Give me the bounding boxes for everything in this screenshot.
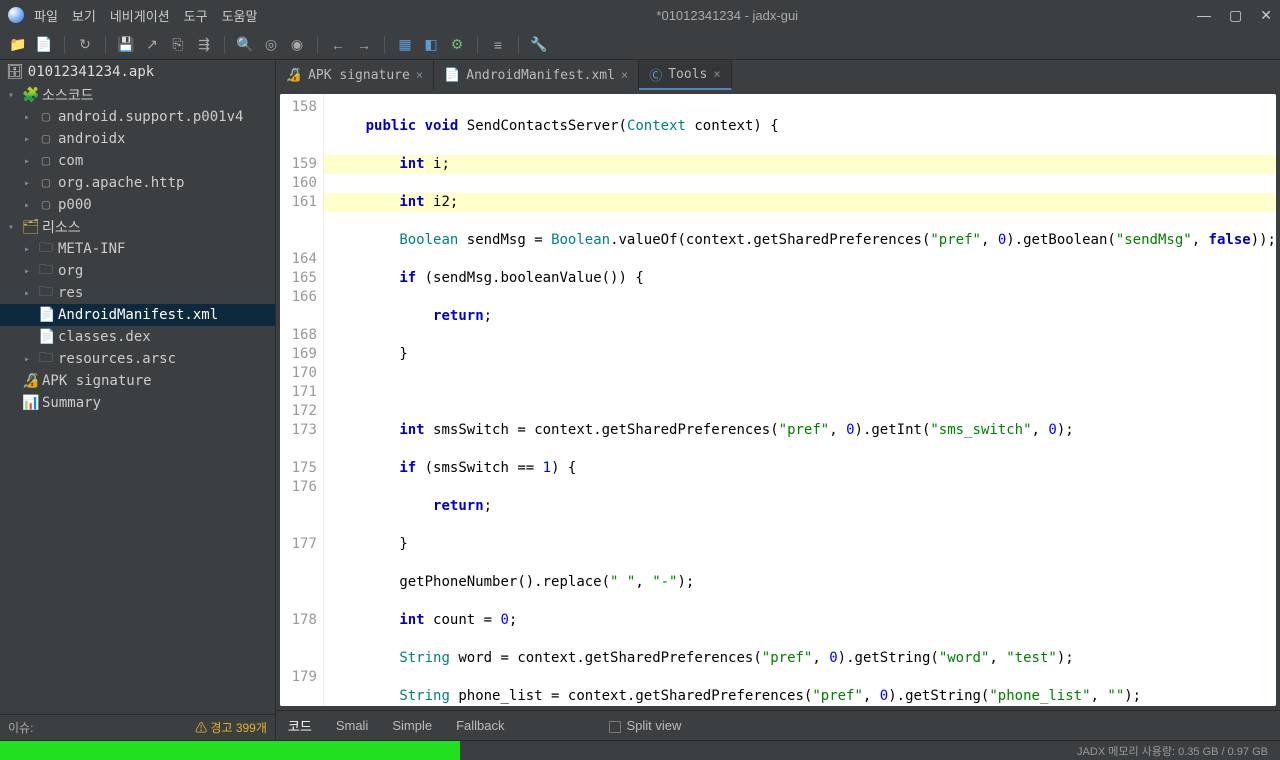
root-file[interactable]: 🗄 01012341234.apk [0, 60, 275, 84]
archive-icon: 🗄 [6, 64, 24, 80]
package-icon: ▢ [38, 131, 54, 147]
bottom-bar: 코드 Smali Simple Fallback Split view [276, 710, 1280, 740]
close-icon[interactable]: ✕ [1260, 7, 1272, 24]
summary[interactable]: 📊Summary [0, 392, 275, 414]
package-icon: ▢ [38, 109, 54, 125]
title-bar: 파일 보기 네비게이션 도구 도움말 *01012341234 - jadx-g… [0, 0, 1280, 30]
find-usage-icon[interactable]: ◉ [287, 35, 307, 55]
memory-usage: JADX 메모리 사용량: 0.35 GB / 0.97 GB [1065, 741, 1280, 760]
save-icon[interactable]: 💾 [116, 35, 136, 55]
tree-section-source[interactable]: ▾🧩소스코드 [0, 84, 275, 106]
close-icon[interactable]: × [416, 68, 423, 82]
search-icon[interactable]: 🔍 [235, 35, 255, 55]
xml-icon: 📄 [444, 68, 460, 83]
view-code[interactable]: 코드 [288, 716, 312, 735]
signature-icon: 🔏 [286, 68, 302, 83]
pkg-org-apache[interactable]: ▸▢org.apache.http [0, 172, 275, 194]
open-folder-icon[interactable]: 📁 [8, 35, 28, 55]
close-icon[interactable]: × [621, 68, 628, 82]
status-bar: JADX 메모리 사용량: 0.35 GB / 0.97 GB [0, 740, 1280, 760]
menu-view[interactable]: 보기 [72, 6, 96, 25]
issues-label: 이슈: [8, 719, 33, 736]
window-controls: ― ▢ ✕ [1197, 7, 1272, 24]
find-class-icon[interactable]: ◎ [261, 35, 281, 55]
editor-tabs: 🔏APK signature× 📄AndroidManifest.xml× ⒸT… [276, 60, 1280, 90]
package-icon: ▢ [38, 175, 54, 191]
folder-icon: 🗀 [38, 259, 54, 283]
file-tree: ▾🧩소스코드 ▸▢android.support.p001v4 ▸▢androi… [0, 84, 275, 714]
pkg-androidx[interactable]: ▸▢androidx [0, 128, 275, 150]
gradle-icon[interactable]: ⇶ [194, 35, 214, 55]
view-fallback[interactable]: Fallback [456, 718, 504, 733]
res-resources-arsc[interactable]: ▸🗀resources.arsc [0, 348, 275, 370]
package-icon: ▢ [38, 197, 54, 213]
tab-apk-signature[interactable]: 🔏APK signature× [276, 60, 434, 90]
res-org[interactable]: ▸🗀org [0, 260, 275, 282]
menu-help[interactable]: 도움말 [222, 6, 258, 25]
maximize-icon[interactable]: ▢ [1229, 7, 1242, 24]
window-title: *01012341234 - jadx-gui [257, 8, 1197, 23]
progress-bar [0, 741, 460, 760]
close-icon[interactable]: × [713, 67, 720, 81]
code-editor[interactable]: 158 159160161 164165166 1681691701711721… [280, 94, 1276, 706]
debug-icon[interactable]: ◧ [421, 35, 441, 55]
split-view-toggle[interactable]: Split view [609, 718, 682, 733]
tab-tools[interactable]: ⒸTools× [639, 60, 731, 90]
toolbar: 📁 📄 ↻ 💾 ↗ ⎘ ⇶ 🔍 ◎ ◉ ← → ▦ ◧ ⚙ ≡ 🔧 [0, 30, 1280, 60]
apk-signature[interactable]: 🔏APK signature [0, 370, 275, 392]
menu-tools[interactable]: 도구 [184, 6, 208, 25]
signature-icon: 🔏 [22, 373, 38, 389]
view-simple[interactable]: Simple [392, 718, 432, 733]
pkg-p000[interactable]: ▸▢p000 [0, 194, 275, 216]
folder-icon: 🗂 [22, 219, 38, 235]
app-icon [8, 7, 24, 23]
add-file-icon[interactable]: 📄 [34, 35, 54, 55]
folder-icon: 🧩 [22, 87, 38, 103]
warning-count[interactable]: ⚠ 경고 399개 [195, 719, 267, 736]
back-icon[interactable]: ← [328, 35, 348, 55]
line-gutter: 158 159160161 164165166 1681691701711721… [280, 94, 324, 706]
pkg-android-support[interactable]: ▸▢android.support.p001v4 [0, 106, 275, 128]
tab-manifest[interactable]: 📄AndroidManifest.xml× [434, 60, 639, 90]
res-manifest[interactable]: 📄AndroidManifest.xml [0, 304, 275, 326]
main-panel: 🔏APK signature× 📄AndroidManifest.xml× ⒸT… [276, 60, 1280, 740]
res-classes-dex[interactable]: 📄classes.dex [0, 326, 275, 348]
run-icon[interactable]: ⚙ [447, 35, 467, 55]
menu-nav[interactable]: 네비게이션 [110, 6, 170, 25]
class-icon: Ⓒ [649, 65, 662, 84]
menu-file[interactable]: 파일 [34, 6, 58, 25]
package-icon: ▢ [38, 153, 54, 169]
code-area[interactable]: public void SendContactsServer(Context c… [324, 94, 1276, 706]
res-meta-inf[interactable]: ▸🗀META-INF [0, 238, 275, 260]
refresh-icon[interactable]: ↻ [75, 35, 95, 55]
dex-icon: 📄 [38, 329, 54, 345]
sidebar: 🗄 01012341234.apk ▾🧩소스코드 ▸▢android.suppo… [0, 60, 276, 740]
folder-icon: 🗀 [38, 237, 54, 261]
folder-icon: 🗀 [38, 281, 54, 305]
forward-icon[interactable]: → [354, 35, 374, 55]
menu-bar: 파일 보기 네비게이션 도구 도움말 [34, 6, 257, 25]
export-icon[interactable]: ↗ [142, 35, 162, 55]
arsc-icon: 🗀 [38, 347, 54, 371]
checkbox-icon[interactable] [609, 721, 621, 733]
layout-icon[interactable]: ▦ [395, 35, 415, 55]
settings-icon[interactable]: 🔧 [529, 35, 549, 55]
sidebar-footer: 이슈: ⚠ 경고 399개 [0, 714, 275, 740]
minimize-icon[interactable]: ― [1197, 7, 1211, 24]
tree-section-resources[interactable]: ▾🗂리소스 [0, 216, 275, 238]
res-res[interactable]: ▸🗀res [0, 282, 275, 304]
summary-icon: 📊 [22, 395, 38, 411]
view-smali[interactable]: Smali [336, 718, 369, 733]
log-icon[interactable]: ≡ [488, 35, 508, 55]
pkg-com[interactable]: ▸▢com [0, 150, 275, 172]
save-all-icon[interactable]: ⎘ [168, 35, 188, 55]
xml-icon: 📄 [38, 307, 54, 323]
